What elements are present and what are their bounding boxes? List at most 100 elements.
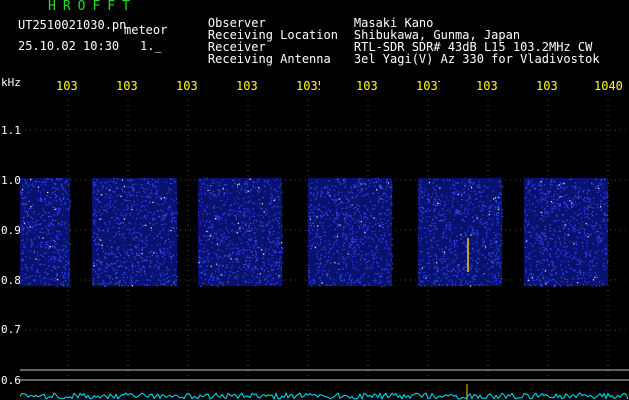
- signal-dot: [202, 213, 204, 215]
- signal-dot: [530, 236, 532, 238]
- signal-dot: [333, 218, 335, 220]
- signal-dot: [157, 265, 159, 267]
- signal-dot: [561, 224, 563, 226]
- signal-dot: [151, 272, 153, 275]
- signal-dot: [368, 275, 370, 278]
- signal-dot: [146, 182, 149, 185]
- signal-dot: [599, 224, 601, 227]
- signal-dot: [573, 243, 575, 245]
- signal-dot: [309, 211, 311, 214]
- signal-dot: [20, 276, 22, 278]
- signal-dot: [543, 259, 546, 262]
- signal-dot: [30, 206, 32, 208]
- signal-dot: [359, 182, 361, 184]
- signal-dot: [374, 234, 376, 236]
- signal-dot: [117, 178, 119, 180]
- signal-dot: [137, 214, 139, 216]
- signal-dot: [101, 244, 103, 246]
- signal-dot: [496, 263, 498, 265]
- signal-dot: [355, 280, 357, 282]
- signal-dot: [316, 181, 318, 183]
- signal-dot: [476, 242, 478, 244]
- signal-dot: [40, 282, 43, 284]
- signal-dot: [359, 238, 362, 240]
- signal-dot: [445, 228, 447, 230]
- signal-dot: [145, 195, 147, 197]
- signal-dot: [436, 262, 438, 264]
- signal-dot: [431, 244, 433, 246]
- signal-dot: [446, 264, 449, 266]
- signal-dot: [433, 215, 435, 217]
- signal-dot: [546, 260, 548, 262]
- signal-dot: [358, 181, 360, 183]
- signal-dot: [62, 250, 64, 252]
- signal-dot: [255, 240, 257, 242]
- signal-dot: [580, 260, 582, 262]
- signal-dot: [216, 277, 218, 279]
- signal-dot: [172, 217, 174, 219]
- signal-dot: [380, 275, 382, 277]
- signal-dot: [101, 261, 103, 263]
- info-row-observer: Observer: Masaki Kano: [207, 16, 434, 30]
- signal-dot: [544, 228, 546, 230]
- signal-dot: [333, 243, 335, 245]
- signal-dot: [361, 274, 364, 276]
- signal-dot: [44, 277, 46, 279]
- signal-dot: [126, 196, 128, 198]
- signal-dot: [476, 237, 478, 239]
- signal-dot: [216, 275, 218, 277]
- signal-dot: [310, 199, 312, 201]
- signal-dot: [20, 282, 22, 284]
- signal-dot: [171, 227, 173, 229]
- signal-dot: [568, 228, 570, 230]
- signal-dot: [58, 249, 60, 251]
- signal-dot: [356, 261, 358, 263]
- signal-dot: [122, 222, 124, 224]
- signal-dot: [451, 285, 454, 287]
- signal-dot: [456, 235, 458, 237]
- signal-dot: [211, 276, 213, 278]
- signal-dot: [66, 285, 68, 287]
- signal-dot: [234, 201, 236, 203]
- signal-dot: [68, 277, 70, 279]
- signal-dot: [240, 242, 243, 244]
- signal-dot: [530, 235, 532, 237]
- signal-dot: [330, 247, 333, 249]
- signal-dot: [165, 198, 167, 200]
- signal-dot: [376, 256, 378, 259]
- signal-dot: [58, 212, 60, 214]
- signal-dot: [438, 211, 440, 213]
- signal-dot: [25, 182, 27, 185]
- signal-dot: [271, 242, 273, 244]
- signal-dot: [351, 188, 353, 190]
- signal-dot: [491, 252, 493, 254]
- signal-dot: [454, 214, 456, 216]
- signal-dot: [382, 238, 384, 240]
- signal-dot: [455, 257, 457, 259]
- signal-dot: [281, 251, 283, 254]
- signal-dot: [561, 281, 563, 283]
- x-tick-label: 103(: [476, 80, 500, 92]
- signal-dot: [559, 285, 562, 287]
- signal-dot: [53, 261, 55, 263]
- signal-dot: [103, 281, 105, 283]
- signal-dot: [256, 259, 258, 261]
- noise-floor-trace: [20, 391, 629, 400]
- signal-dot: [308, 270, 310, 272]
- signal-dot: [533, 279, 535, 281]
- signal-dot: [499, 202, 501, 204]
- signal-dot: [319, 239, 322, 241]
- signal-dot: [122, 276, 125, 278]
- signal-dot: [453, 191, 455, 193]
- signal-dot: [350, 254, 352, 256]
- signal-dot: [29, 282, 31, 284]
- signal-dot: [97, 267, 99, 269]
- signal-dot: [586, 216, 588, 218]
- signal-dot: [532, 203, 534, 205]
- signal-dot: [562, 228, 564, 230]
- signal-dot: [494, 276, 496, 278]
- signal-dot: [50, 237, 52, 239]
- signal-dot: [574, 228, 576, 231]
- signal-dot: [272, 219, 274, 221]
- signal-dot: [127, 191, 129, 194]
